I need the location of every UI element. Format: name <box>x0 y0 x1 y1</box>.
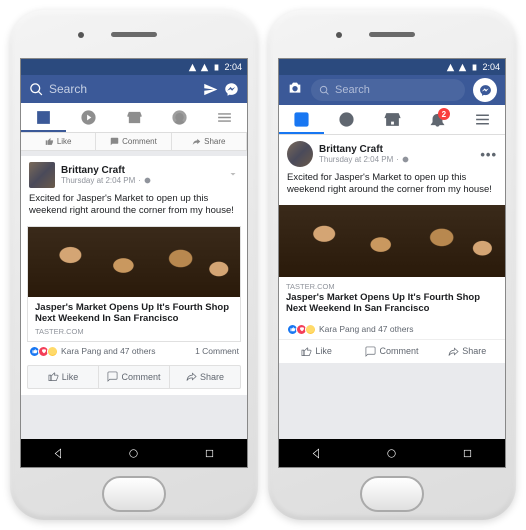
link-card[interactable]: Jasper's Market Opens Up It's Fourth Sho… <box>27 226 241 342</box>
android-status-bar: 2:04 <box>279 59 505 75</box>
like-button[interactable]: Like <box>28 366 99 388</box>
send-icon[interactable] <box>203 82 218 97</box>
tab-notifications[interactable] <box>157 103 202 132</box>
link-image <box>279 205 505 277</box>
tab-marketplace[interactable] <box>111 103 156 132</box>
avatar[interactable] <box>29 162 55 188</box>
wow-reaction-icon <box>305 324 316 335</box>
nav-home[interactable] <box>96 439 171 467</box>
home-button[interactable] <box>102 476 166 512</box>
post-body: Excited for Jasper's Market to open up t… <box>21 188 247 222</box>
tab-newsfeed[interactable] <box>21 103 66 132</box>
tab-marketplace[interactable] <box>369 105 414 134</box>
nav-back[interactable] <box>21 439 96 467</box>
link-image <box>28 227 240 297</box>
comment-button[interactable]: Comment <box>354 340 429 363</box>
post-body: Excited for Jasper's Market to open up t… <box>279 167 505 201</box>
nav-back[interactable] <box>279 439 354 467</box>
nav-recent[interactable] <box>172 439 247 467</box>
status-time: 2:04 <box>224 62 242 72</box>
tab-video[interactable] <box>66 103 111 132</box>
avatar[interactable] <box>287 141 313 167</box>
app-header: Search <box>279 75 505 105</box>
wow-reaction-icon <box>47 346 58 357</box>
home-button[interactable] <box>360 476 424 512</box>
tab-menu[interactable] <box>202 103 247 132</box>
post-author[interactable]: Brittany Craft <box>61 165 151 176</box>
post-meta: Thursday at 2:04 PM · <box>319 155 409 164</box>
search-icon <box>319 85 330 96</box>
tab-bar: 2 <box>279 105 505 135</box>
post-card: Brittany Craft Thursday at 2:04 PM · Exc… <box>21 156 247 395</box>
globe-icon <box>144 177 151 184</box>
messenger-icon[interactable] <box>224 82 239 97</box>
phone-new-design: 2:04 Search 2 Brittany Craft Thursday at… <box>268 10 516 520</box>
post-menu-chevron[interactable] <box>227 168 239 183</box>
tab-notifications[interactable]: 2 <box>415 105 460 134</box>
link-headline: Jasper's Market Opens Up It's Fourth Sho… <box>35 302 233 325</box>
app-header: Search <box>21 75 247 103</box>
tab-menu[interactable] <box>460 105 505 134</box>
messenger-icon[interactable] <box>473 78 497 102</box>
search-icon <box>29 82 44 97</box>
post-menu-dots[interactable]: ••• <box>480 147 497 162</box>
share-button[interactable]: Share <box>430 340 505 363</box>
reactions-text: Kara Pang and 47 others <box>319 324 414 334</box>
like-button[interactable]: Like <box>279 340 354 363</box>
post-card: Brittany Craft Thursday at 2:04 PM · •••… <box>279 135 505 363</box>
nav-home[interactable] <box>354 439 429 467</box>
search-field[interactable]: Search <box>29 82 197 97</box>
tab-newsfeed[interactable] <box>279 105 324 134</box>
android-nav-bar <box>279 439 505 467</box>
search-field[interactable]: Search <box>311 79 465 101</box>
nav-recent[interactable] <box>430 439 505 467</box>
android-status-bar: 2:04 <box>21 59 247 75</box>
comments-count[interactable]: 1 Comment <box>195 346 239 356</box>
reactions-text: Kara Pang and 47 others <box>61 346 156 356</box>
comment-button[interactable]: Comment <box>99 366 170 388</box>
phone-old-design: 2:04 Search Like Comment Share <box>10 10 258 520</box>
tab-bar <box>21 103 247 133</box>
link-headline: Jasper's Market Opens Up It's Fourth Sho… <box>286 292 498 315</box>
tab-video[interactable] <box>324 105 369 134</box>
post-meta: Thursday at 2:04 PM · <box>61 176 151 185</box>
globe-icon <box>402 156 409 163</box>
post-stats[interactable]: Kara Pang and 47 others 1 Comment <box>21 342 247 361</box>
post-author[interactable]: Brittany Craft <box>319 144 409 155</box>
post-actions: Like Comment Share <box>27 365 241 389</box>
post-stats[interactable]: Kara Pang and 47 others <box>279 320 505 339</box>
notification-badge: 2 <box>438 108 450 120</box>
share-button[interactable]: Share <box>170 366 240 388</box>
prev-post-actions-cut: Like Comment Share <box>21 133 247 151</box>
status-time: 2:04 <box>482 62 500 72</box>
camera-icon[interactable] <box>287 80 303 101</box>
post-actions: Like Comment Share <box>279 339 505 363</box>
link-card[interactable]: TASTER.COM Jasper's Market Opens Up It's… <box>279 205 505 320</box>
android-nav-bar <box>21 439 247 467</box>
link-source: TASTER.COM <box>286 282 498 291</box>
link-source: TASTER.COM <box>35 327 233 336</box>
